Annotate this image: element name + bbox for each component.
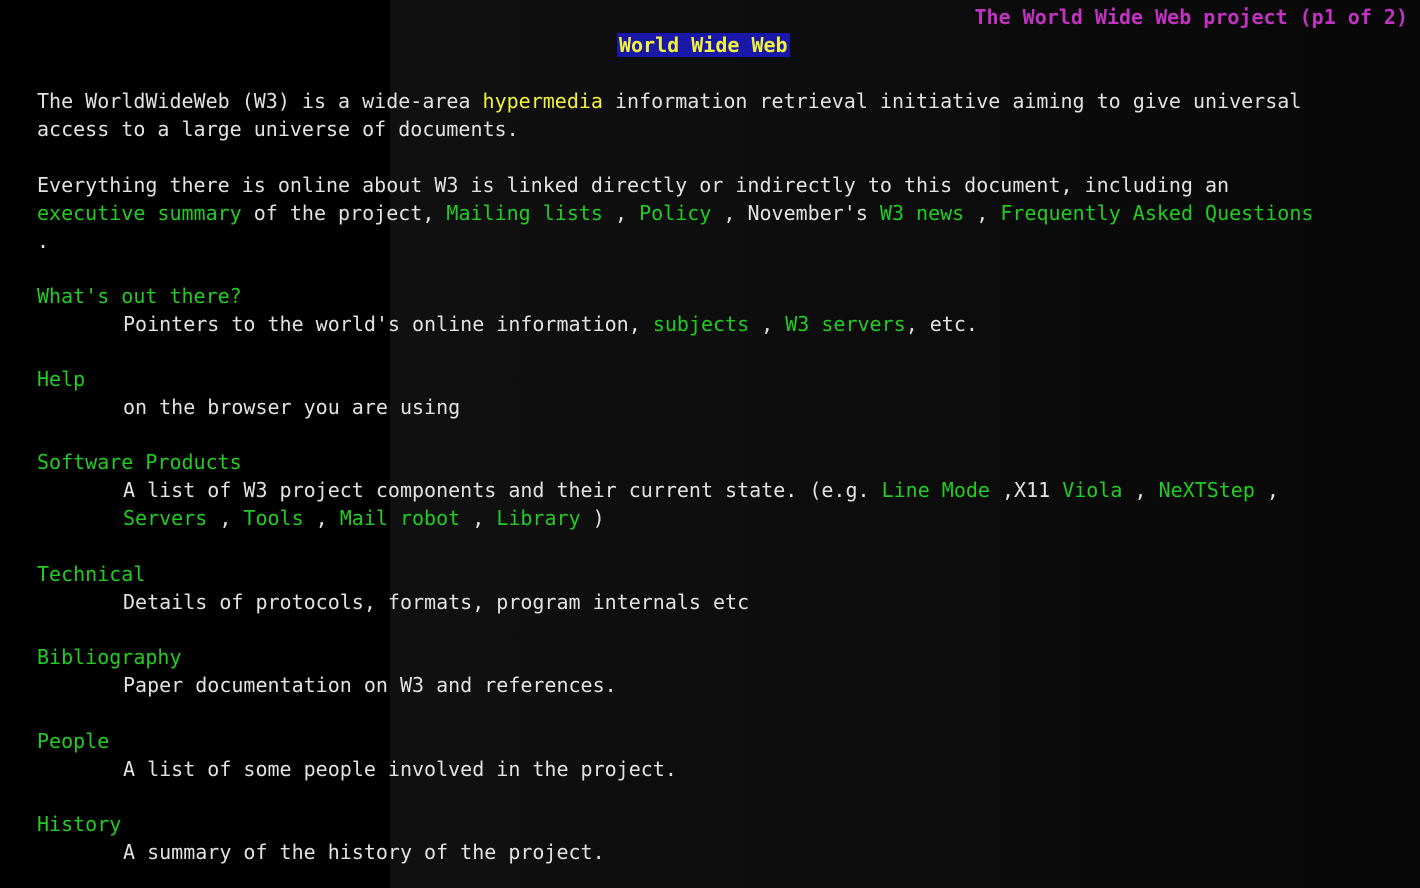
executive-summary-link[interactable]: executive summary <box>37 201 242 225</box>
desc-text: Pointers to the world's online informati… <box>123 312 653 336</box>
whats-out-there-desc: Pointers to the world's online informati… <box>123 312 978 336</box>
terminal-browser-screen: The World Wide Web project (p1 of 2) Wor… <box>0 0 1420 888</box>
mailing-lists-link[interactable]: Mailing lists <box>446 201 603 225</box>
policy-link[interactable]: Policy <box>639 201 711 225</box>
everything-line-end: . <box>37 229 50 253</box>
people-link[interactable]: People <box>37 729 109 753</box>
intro-line-2: access to a large universe of documents. <box>37 117 519 141</box>
mail-robot-link[interactable]: Mail robot <box>340 506 460 530</box>
line-mode-link[interactable]: Line Mode <box>882 478 990 502</box>
separator-text: , <box>602 201 640 225</box>
hypermedia-link[interactable]: hypermedia <box>483 89 603 113</box>
help-desc: on the browser you are using <box>123 395 461 419</box>
separator-text: , <box>1122 478 1159 502</box>
software-desc-line-1: A list of W3 project components and thei… <box>123 478 1279 502</box>
everything-line-2: executive summary of the project, Mailin… <box>37 201 1313 225</box>
technical-desc: Details of protocols, formats, program i… <box>123 590 750 614</box>
separator-text: , <box>303 506 340 530</box>
desc-text-end: ) <box>580 506 605 530</box>
separator-text: , November's <box>711 201 880 225</box>
intro-line-1: The WorldWideWeb (W3) is a wide-area hyp… <box>37 89 1301 113</box>
software-desc-line-2: Servers , Tools , Mail robot , Library ) <box>123 506 605 530</box>
history-link[interactable]: History <box>37 812 121 836</box>
separator-text: of the project, <box>241 201 447 225</box>
intro-text: The WorldWideWeb (W3) is a wide-area <box>37 89 483 113</box>
separator-text: , <box>964 201 1001 225</box>
bibliography-link[interactable]: Bibliography <box>37 645 182 669</box>
people-desc: A list of some people involved in the pr… <box>123 757 677 781</box>
library-link[interactable]: Library <box>496 506 580 530</box>
separator-text: , <box>207 506 244 530</box>
history-desc: A summary of the history of the project. <box>123 840 605 864</box>
viola-link[interactable]: Viola <box>1062 478 1122 502</box>
intro-text-cont: information retrieval initiative aiming … <box>602 89 1302 113</box>
separator-text: , <box>749 312 786 336</box>
servers-link[interactable]: Servers <box>123 506 207 530</box>
desc-text-end: , etc. <box>905 312 978 336</box>
w3-servers-link[interactable]: W3 servers <box>785 312 905 336</box>
nextstep-link[interactable]: NeXTStep <box>1159 478 1255 502</box>
whats-out-there-link[interactable]: What's out there? <box>37 284 242 308</box>
page-indicator: The World Wide Web project (p1 of 2) <box>974 5 1408 29</box>
tools-link[interactable]: Tools <box>243 506 303 530</box>
desc-text: A list of W3 project components and thei… <box>123 478 882 502</box>
software-products-link[interactable]: Software Products <box>37 450 242 474</box>
bibliography-desc: Paper documentation on W3 and references… <box>123 673 617 697</box>
w3-news-link[interactable]: W3 news <box>880 201 964 225</box>
help-link[interactable]: Help <box>37 367 85 391</box>
faq-link[interactable]: Frequently Asked Questions <box>1000 201 1313 225</box>
page-title: World Wide Web <box>617 33 790 57</box>
separator-text: ,X11 <box>989 478 1063 502</box>
technical-link[interactable]: Technical <box>37 562 145 586</box>
everything-line-1: Everything there is online about W3 is l… <box>37 173 1230 197</box>
subjects-link[interactable]: subjects <box>653 312 749 336</box>
separator-text: , <box>460 506 497 530</box>
separator-text: , <box>1254 478 1279 502</box>
